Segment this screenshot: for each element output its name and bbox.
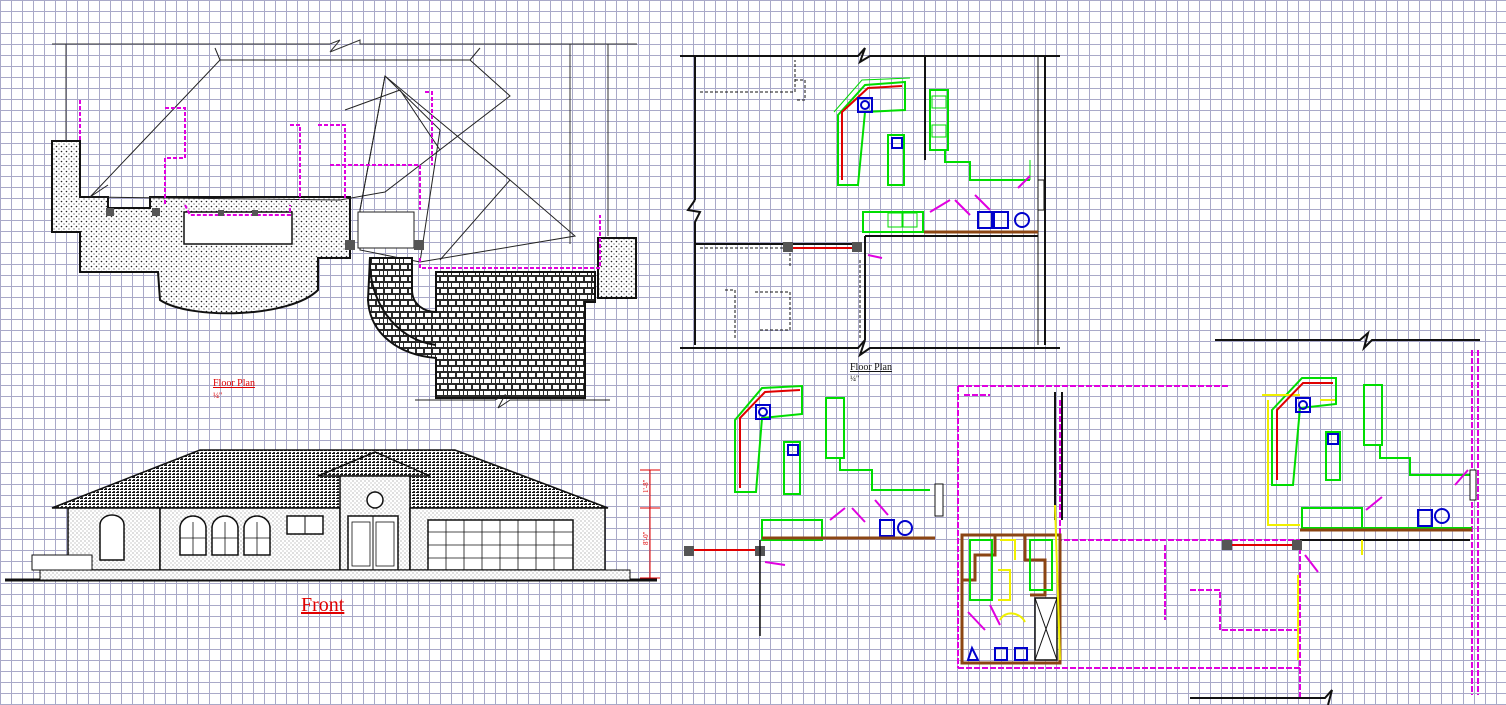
cad-drawing-canvas: Floor Plan ¼" 1'-8" 8'-0" Front Floor Pl… [5,39,1480,705]
floor-plan-2-scale: ¼" [850,374,859,383]
large-floor-plan [957,330,1480,705]
front-elevation-label: Front [301,594,345,616]
front-elevation-drawing: 1'-8" 8'-0" Front [5,449,660,616]
floor-plan-1-scale: ¼" [213,391,222,400]
dimension-upper: 1'-8" [642,479,650,493]
dimension-lower: 8'-0" [642,531,650,545]
floor-plan-1-label: Floor Plan [213,378,255,389]
roof-plan-drawing: Floor Plan ¼" [51,39,637,409]
kitchen-floor-plan: Floor Plan ¼" [680,47,1060,383]
kitchen-detail-drawing [684,384,944,636]
floor-plan-2-label: Floor Plan [850,362,892,373]
